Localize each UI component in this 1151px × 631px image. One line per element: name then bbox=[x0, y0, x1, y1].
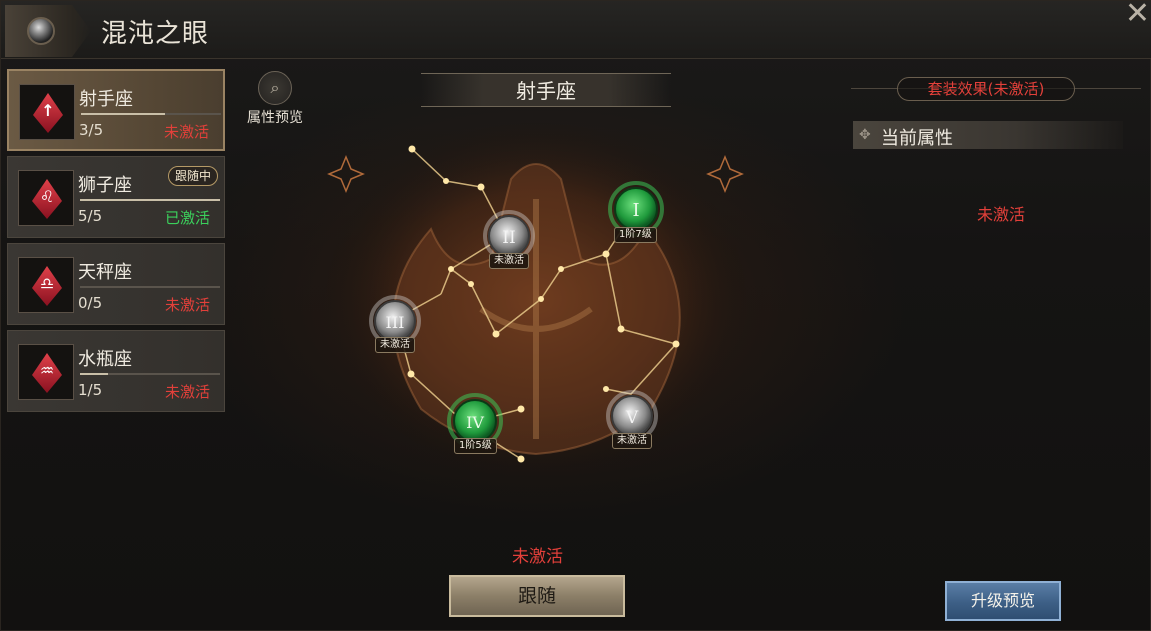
knot-icon: ✥ bbox=[859, 127, 871, 143]
node-IV-label: 1阶5级 bbox=[454, 438, 497, 454]
node-numeral: V bbox=[625, 408, 639, 428]
node-V-label: 未激活 bbox=[612, 433, 652, 449]
sign-progress-bar bbox=[80, 286, 220, 288]
sign-card-libra[interactable]: ♎ 天秤座 0/5 未激活 bbox=[7, 243, 225, 325]
leo-icon: ♌ bbox=[18, 170, 74, 226]
sign-progress: 5/5 bbox=[78, 207, 103, 225]
node-numeral: IV bbox=[466, 413, 484, 432]
current-attr-header: ✥ 当前属性 bbox=[853, 121, 1123, 149]
eye-orb-icon bbox=[27, 17, 55, 45]
constellation-map: I II III IV V 1阶7级 未激活 未激活 1阶5级 未激活 bbox=[301, 109, 781, 489]
following-badge: 跟随中 bbox=[167, 166, 218, 186]
libra-icon: ♎ bbox=[18, 257, 74, 313]
node-numeral: I bbox=[632, 200, 639, 221]
attr-preview-label: 属性预览 bbox=[247, 110, 303, 126]
sign-status: 未激活 bbox=[164, 296, 210, 314]
attr-preview-button[interactable]: ⌕ 属性预览 bbox=[241, 71, 309, 127]
chaos-eye-panel: 混沌之眼 ✕ ↑ 射手座 3/5 未激活 ♌ 狮子座 跟随中 5/5 已激活 ♎… bbox=[0, 0, 1151, 631]
sagittarius-icon: ↑ bbox=[19, 84, 75, 140]
page-title: 混沌之眼 bbox=[101, 19, 210, 49]
sign-name: 水瓶座 bbox=[78, 349, 132, 370]
node-II-label: 未激活 bbox=[489, 253, 529, 269]
node-III-label: 未激活 bbox=[375, 337, 415, 353]
scroll-search-icon: ⌕ bbox=[258, 71, 292, 105]
set-effect-badge[interactable]: 套装效果(未激活) bbox=[897, 77, 1075, 101]
node-numeral: II bbox=[502, 228, 515, 248]
sign-card-aquarius[interactable]: ♒ 水瓶座 1/5 未激活 bbox=[7, 330, 225, 412]
sign-card-leo[interactable]: ♌ 狮子座 跟随中 5/5 已激活 bbox=[7, 156, 225, 238]
upgrade-preview-button[interactable]: 升级预览 bbox=[945, 581, 1061, 621]
constellation-svg: I II III IV V bbox=[321, 119, 751, 479]
header: 混沌之眼 bbox=[1, 1, 1151, 59]
sign-progress: 3/5 bbox=[79, 121, 104, 139]
node-numeral: III bbox=[386, 313, 405, 332]
close-button[interactable]: ✕ bbox=[1123, 0, 1151, 30]
sign-name: 天秤座 bbox=[78, 262, 132, 283]
sign-list: ↑ 射手座 3/5 未激活 ♌ 狮子座 跟随中 5/5 已激活 ♎ 天秤座 0/… bbox=[7, 69, 225, 417]
sign-status: 已激活 bbox=[164, 209, 210, 227]
aquarius-icon: ♒ bbox=[18, 344, 74, 400]
constellation-status: 未激活 bbox=[512, 547, 563, 567]
sign-progress: 1/5 bbox=[78, 381, 103, 399]
sign-progress-bar bbox=[80, 199, 220, 201]
sign-name: 射手座 bbox=[79, 89, 133, 110]
sign-card-sagittarius[interactable]: ↑ 射手座 3/5 未激活 bbox=[7, 69, 225, 151]
node-I-label: 1阶7级 bbox=[614, 227, 657, 243]
follow-button[interactable]: 跟随 bbox=[449, 575, 625, 617]
constellation-title: 射手座 bbox=[421, 73, 671, 107]
sign-progress-bar bbox=[80, 373, 220, 375]
sign-name: 狮子座 bbox=[78, 175, 132, 196]
sign-status: 未激活 bbox=[164, 383, 210, 401]
current-attr-status: 未激活 bbox=[977, 205, 1026, 224]
sign-progress-bar bbox=[81, 113, 221, 115]
sign-progress: 0/5 bbox=[78, 294, 103, 312]
current-attr-title: 当前属性 bbox=[881, 128, 953, 149]
sign-status: 未激活 bbox=[163, 123, 209, 141]
